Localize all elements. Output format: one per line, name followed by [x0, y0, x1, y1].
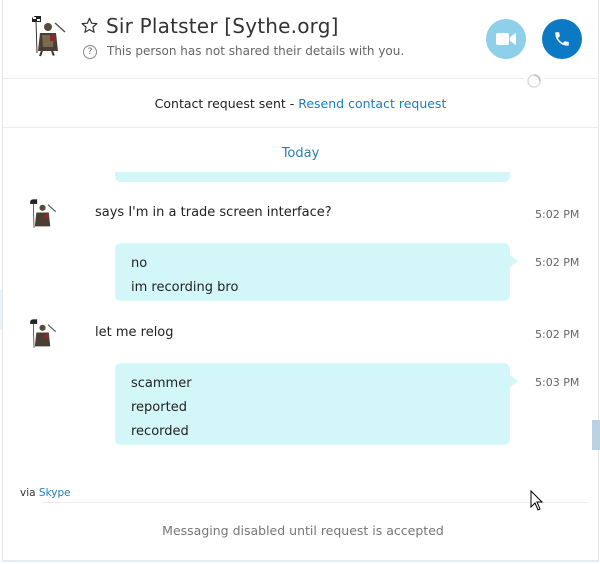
- incoming-message: let me relog: [95, 325, 174, 340]
- message-line: reported: [131, 400, 187, 415]
- via-attribution: via Skype: [20, 487, 71, 499]
- contact-avatar[interactable]: [24, 13, 68, 57]
- sender-avatar[interactable]: [24, 197, 58, 231]
- resend-request-link[interactable]: Resend contact request: [298, 96, 446, 111]
- outgoing-message-bubble: scammer reported recorded: [115, 363, 518, 445]
- contact-request-bar: Contact request sent - Resend contact re…: [3, 96, 598, 111]
- video-camera-icon: [496, 33, 516, 45]
- favorite-star-icon[interactable]: [81, 17, 98, 34]
- phone-icon: [555, 32, 569, 46]
- audio-call-button[interactable]: [542, 19, 582, 59]
- previous-message-bubble: [115, 172, 510, 182]
- window-edge: [0, 290, 2, 330]
- sender-avatar[interactable]: [24, 317, 58, 351]
- info-icon: ?: [83, 45, 97, 59]
- message-line: im recording bro: [131, 280, 239, 295]
- message-timestamp: 5:02 PM: [535, 328, 580, 341]
- footer-divider: [43, 502, 588, 503]
- via-prefix: via: [20, 487, 39, 499]
- day-separator: Today: [281, 146, 320, 161]
- knight-avatar-icon: [30, 199, 57, 228]
- message-line: no: [131, 256, 148, 271]
- message-timestamp: 5:02 PM: [535, 256, 580, 269]
- request-divider: [3, 127, 598, 128]
- chat-window: Sir Platster [Sythe.org] ? This person h…: [2, 0, 600, 562]
- mouse-pointer-icon: [530, 490, 544, 511]
- knight-avatar-icon: [32, 16, 66, 57]
- incoming-message: says I'm in a trade screen interface?: [95, 205, 332, 220]
- message-timestamp: 5:02 PM: [535, 208, 580, 221]
- skype-link[interactable]: Skype: [39, 487, 71, 499]
- message-timestamp: 5:03 PM: [535, 376, 580, 389]
- knight-avatar-icon: [30, 319, 57, 348]
- message-line: recorded: [131, 424, 189, 439]
- privacy-notice: This person has not shared their details…: [107, 44, 405, 58]
- contact-name: Sir Platster [Sythe.org]: [106, 14, 339, 38]
- messaging-disabled-notice: Messaging disabled until request is acce…: [162, 523, 444, 538]
- outgoing-message-bubble: no im recording bro: [115, 243, 518, 301]
- loading-spinner-icon: [524, 71, 544, 91]
- request-status-text: Contact request sent -: [154, 96, 299, 111]
- header-divider: [3, 78, 598, 79]
- video-call-button[interactable]: [486, 19, 526, 59]
- message-line: scammer: [131, 376, 192, 391]
- scrollbar-thumb[interactable]: [592, 420, 600, 450]
